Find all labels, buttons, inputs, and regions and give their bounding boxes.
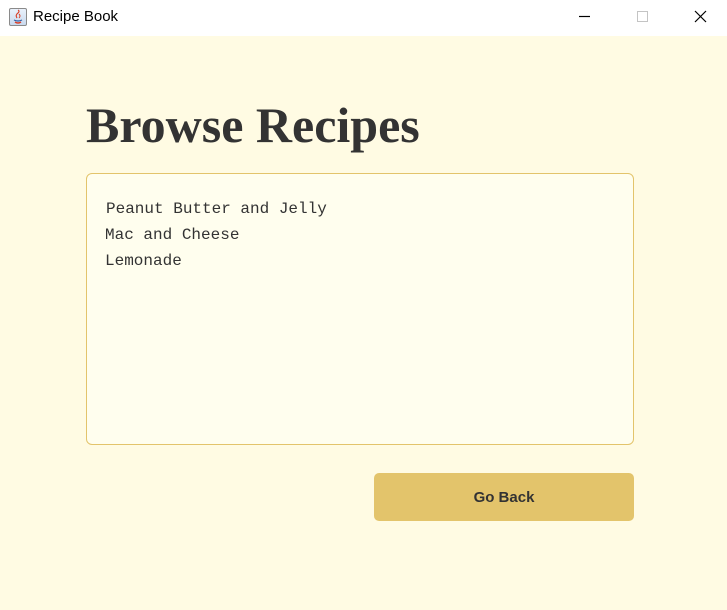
app-window: Recipe Book Browse Recipes Peanut Butter… <box>0 0 727 610</box>
close-icon <box>694 10 707 23</box>
maximize-button[interactable] <box>619 0 665 34</box>
title-bar[interactable]: Recipe Book <box>0 0 727 36</box>
minimize-button[interactable] <box>562 0 608 34</box>
window-title: Recipe Book <box>33 8 119 25</box>
java-app-icon <box>9 8 27 26</box>
recipe-item-lemonade[interactable]: Lemonade <box>105 248 615 274</box>
maximize-icon <box>637 11 648 22</box>
recipe-item-mac-and-cheese[interactable]: Mac and Cheese <box>105 222 615 248</box>
recipe-item-peanut-butter-and-jelly[interactable]: Peanut Butter and Jelly <box>106 196 615 222</box>
close-button[interactable] <box>677 0 723 34</box>
recipe-list[interactable]: Peanut Butter and Jelly Mac and Cheese L… <box>86 173 634 445</box>
page-title: Browse Recipes <box>86 97 420 153</box>
go-back-button[interactable]: Go Back <box>374 473 634 521</box>
minimize-icon <box>579 15 590 18</box>
